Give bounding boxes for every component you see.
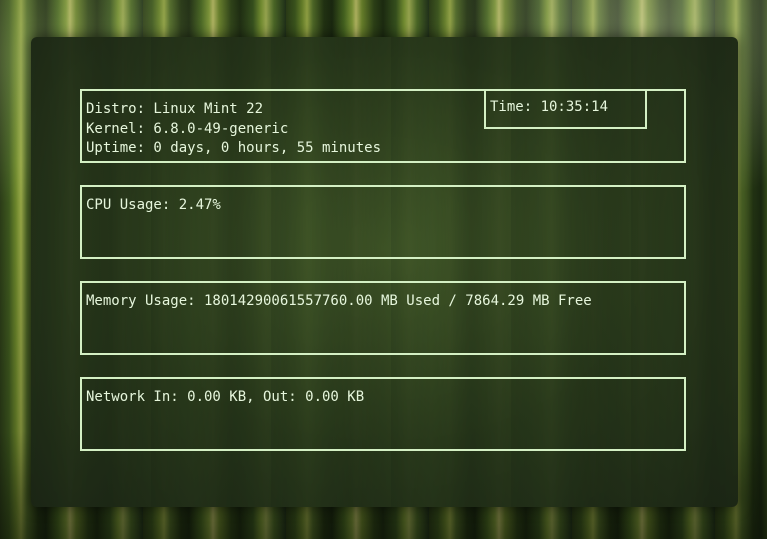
uptime-text: Uptime: 0 days, 0 hours, 55 minutes [86,140,382,156]
network-box: Network In: 0.00 KB, Out: 0.00 KB [80,377,686,451]
cpu-box: CPU Usage: 2.47% [80,185,686,259]
system-monitor-widget: Distro: Linux Mint 22 Kernel: 6.8.0-49-g… [31,37,738,507]
desktop-wallpaper: Distro: Linux Mint 22 Kernel: 6.8.0-49-g… [0,0,767,539]
network-usage-text: Network In: 0.00 KB, Out: 0.00 KB [86,389,365,405]
memory-box: Memory Usage: 18014290061557760.00 MB Us… [80,281,686,355]
cpu-usage-text: CPU Usage: 2.47% [86,197,221,213]
time-box: Time: 10:35:14 [484,89,647,129]
memory-usage-text: Memory Usage: 18014290061557760.00 MB Us… [86,293,592,309]
time-text: Time: 10:35:14 [490,99,609,115]
